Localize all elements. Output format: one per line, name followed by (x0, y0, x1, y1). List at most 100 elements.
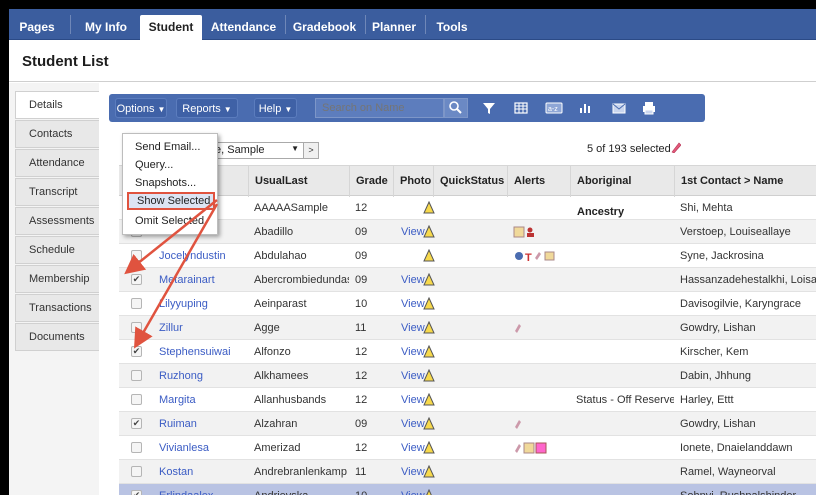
menu-item-snapshots[interactable]: Snapshots... (129, 174, 215, 192)
sidebar-item-schedule[interactable]: Schedule (15, 236, 99, 264)
usual-last-cell: AAAAASample (254, 202, 328, 214)
sidebar-item-details[interactable]: Details (15, 91, 99, 119)
sidebar-item-transactions[interactable]: Transactions (15, 294, 99, 322)
row-checkbox[interactable] (131, 466, 142, 477)
table-row[interactable]: ✔ Ruiman Alzahran 09 View Gowdry, Lishan (119, 412, 816, 436)
tab-tools[interactable]: Tools (427, 15, 477, 40)
sidebar-item-transcript[interactable]: Transcript (15, 178, 99, 206)
search-button[interactable] (444, 98, 468, 118)
row-checkbox[interactable] (131, 322, 142, 333)
row-checkbox[interactable]: ✔ (131, 274, 142, 285)
row-checkbox[interactable] (131, 370, 142, 381)
quick-status-icon[interactable] (423, 273, 435, 286)
first-name-link[interactable]: Margita (153, 388, 248, 412)
table-row[interactable]: ✔ Stephensuiwai Alfonzo 12 View Kirscher, Kem (119, 340, 816, 364)
tab-student[interactable]: Student (140, 15, 202, 40)
tab-my-info[interactable]: My Info (75, 15, 137, 40)
sidebar-item-documents[interactable]: Documents (15, 323, 99, 351)
quick-status-icon[interactable] (423, 441, 435, 454)
tab-gradebook[interactable]: Gradebook (286, 15, 363, 40)
next-button[interactable]: > (303, 142, 319, 159)
menu-item-send-email[interactable]: Send Email... (129, 138, 215, 156)
row-checkbox[interactable] (131, 394, 142, 405)
menu-item-omit-selected[interactable]: Omit Selected (129, 212, 215, 230)
field-set-select[interactable]: e, Sample ▼ (211, 142, 304, 159)
alerts-icon[interactable] (507, 316, 570, 340)
search-input[interactable] (315, 98, 444, 118)
first-name-link[interactable]: Ruzhong (153, 364, 248, 388)
tab-pages[interactable]: Pages (9, 15, 65, 40)
quick-status-icon[interactable] (423, 201, 435, 214)
row-checkbox[interactable] (131, 250, 142, 261)
quick-status-icon[interactable] (423, 249, 435, 262)
table-row[interactable]: Zillur Agge 11 View Gowdry, Lishan (119, 316, 816, 340)
col-usual-last[interactable]: UsualLast (248, 166, 349, 197)
quick-status-icon[interactable] (423, 465, 435, 478)
table-row[interactable]: ✔ Metarainart Abercrombiedundas 09 View Hassa… (119, 268, 816, 292)
first-name-link[interactable]: Zillur (153, 316, 248, 340)
tab-attendance[interactable]: Attendance (204, 15, 283, 40)
chart-icon[interactable] (577, 100, 593, 116)
col-grade[interactable]: Grade (349, 166, 393, 197)
filter-icon[interactable] (481, 100, 497, 116)
first-name-link[interactable]: Kostan (153, 460, 248, 484)
grade-cell: 10 (349, 484, 393, 495)
sort-icon[interactable]: a-z (545, 100, 563, 116)
table-row[interactable]: Margita Allanhusbands 12 View Status - Off R… (119, 388, 816, 412)
first-name-link[interactable]: Jocelyndustin (153, 244, 248, 268)
row-checkbox[interactable] (131, 298, 142, 309)
table-row[interactable]: Vivianlesa Amerizad 12 View Ionete, Dnaielan… (119, 436, 816, 460)
print-icon[interactable] (641, 100, 657, 116)
col-photo[interactable]: Photo (393, 166, 433, 197)
col-first-contact[interactable]: 1st Contact > Name (674, 166, 816, 197)
table-row[interactable]: ✔ErlindaalexAndrievska10ViewSohnvi, Rush… (119, 484, 816, 495)
row-checkbox[interactable] (131, 442, 142, 453)
options-button[interactable]: Options ▼ (115, 98, 167, 118)
columns-icon[interactable] (513, 100, 529, 116)
alerts-icon[interactable] (507, 412, 570, 436)
row-checkbox[interactable]: ✔ (131, 490, 142, 495)
table-row[interactable]: Abadillo 09 View Verstoep, Louiseallaye (119, 220, 816, 244)
eraser-icon[interactable] (669, 141, 681, 153)
col-quick-status[interactable]: QuickStatus (433, 166, 507, 197)
quick-status-icon[interactable] (423, 489, 435, 495)
alerts-icon[interactable] (507, 220, 570, 244)
alerts-icon[interactable]: T (507, 244, 570, 268)
row-checkbox[interactable]: ✔ (131, 418, 142, 429)
table-row[interactable]: AAAAASample 12 Shi, Mehta (119, 196, 816, 220)
contact-name-cell: Hassanzadehestalkhi, Loisart (680, 274, 816, 286)
first-name-link[interactable]: Vivianlesa (153, 436, 248, 460)
email-icon[interactable] (611, 100, 627, 116)
menu-item-query[interactable]: Query... (129, 156, 215, 174)
first-name-link[interactable]: Stephensuiwai (153, 340, 248, 364)
quick-status-icon[interactable] (423, 345, 435, 358)
reports-button[interactable]: Reports ▼ (176, 98, 238, 118)
quick-status-icon[interactable] (423, 321, 435, 334)
alerts-icon[interactable] (507, 436, 570, 460)
first-name-link[interactable]: Ruiman (153, 412, 248, 436)
quick-status-icon[interactable] (423, 417, 435, 430)
table-row[interactable]: Ruzhong Alkhamees 12 View Dabin, Jhhung (119, 364, 816, 388)
table-row[interactable]: Kostan Andrebranlenkamp 11 View Ramel, Wayne… (119, 460, 816, 484)
quick-status-icon[interactable] (423, 297, 435, 310)
table-row[interactable]: Jocelyndustin Abdulahao 09 T Syne, Jackrosin… (119, 244, 816, 268)
table-row[interactable]: Lilyyuping Aeinparast 10 View Davisogilvie, … (119, 292, 816, 316)
first-name-link[interactable]: Lilyyuping (153, 292, 248, 316)
quick-status-icon[interactable] (423, 225, 435, 238)
quick-status-icon[interactable] (423, 393, 435, 406)
sidebar-item-assessments[interactable]: Assessments (15, 207, 99, 235)
first-name-link[interactable]: Metarainart (153, 268, 248, 292)
menu-item-show-selected[interactable]: Show Selected (127, 192, 215, 210)
contact-name-cell: Harley, Ettt (680, 394, 734, 406)
col-alerts[interactable]: Alerts (507, 166, 570, 197)
aboriginal-ancestry-cell (570, 196, 674, 220)
first-name-link[interactable]: Erlindaalex (153, 484, 248, 495)
sidebar-item-contacts[interactable]: Contacts (15, 120, 99, 148)
sidebar-item-attendance[interactable]: Attendance (15, 149, 99, 177)
sidebar-item-membership[interactable]: Membership (15, 265, 99, 293)
help-button[interactable]: Help ▼ (254, 98, 297, 118)
row-checkbox[interactable]: ✔ (131, 346, 142, 357)
quick-status-icon[interactable] (423, 369, 435, 382)
col-aboriginal-ancestry[interactable]: Aboriginal Ancestry (570, 166, 674, 218)
tab-planner[interactable]: Planner (367, 15, 421, 40)
